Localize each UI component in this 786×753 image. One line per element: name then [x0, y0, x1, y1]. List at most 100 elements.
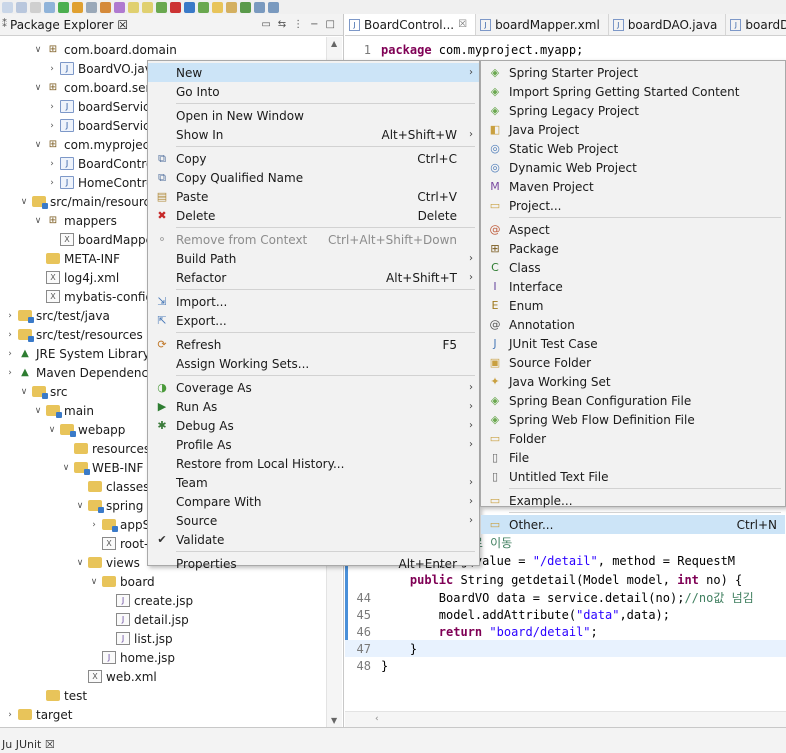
- tree-item[interactable]: › J BoardVO.java: [0, 59, 159, 78]
- menu-item[interactable]: Refactor Alt+Shift+T ›: [148, 268, 479, 287]
- editor-horizontal-scrollbar[interactable]: ‹: [345, 711, 786, 727]
- menu-item[interactable]: ▯ Untitled Text File: [481, 467, 785, 486]
- menu-item[interactable]: Build Path ›: [148, 249, 479, 268]
- menu-item[interactable]: ▭ Folder: [481, 429, 785, 448]
- expand-toggle-icon[interactable]: ›: [4, 710, 16, 720]
- menu-item[interactable]: ▯ File: [481, 448, 785, 467]
- menu-item[interactable]: Go Into: [148, 82, 479, 101]
- editor-tab[interactable]: JboardMapper.xml: [476, 14, 609, 35]
- editor-tab[interactable]: JboardDA: [726, 14, 786, 35]
- tree-item[interactable]: META-INF: [0, 249, 120, 268]
- tree-item[interactable]: ∨ src/main/resources: [0, 192, 164, 211]
- prev-annotation-icon[interactable]: [142, 1, 153, 13]
- expand-toggle-icon[interactable]: ∨: [18, 197, 30, 207]
- menu-item[interactable]: ▭ Other... Ctrl+N: [481, 515, 785, 534]
- back-icon[interactable]: [254, 1, 265, 13]
- expand-toggle-icon[interactable]: ∨: [60, 463, 72, 473]
- menu-item[interactable]: Source ›: [148, 511, 479, 530]
- forward-icon[interactable]: [268, 1, 279, 13]
- menu-item[interactable]: I Interface: [481, 277, 785, 296]
- menu-item[interactable]: Profile As ›: [148, 435, 479, 454]
- menu-item[interactable]: ◈ Spring Bean Configuration File: [481, 391, 785, 410]
- tree-item[interactable]: ∨ WEB-INF: [0, 458, 143, 477]
- menu-item[interactable]: ⧉ Copy Qualified Name: [148, 168, 479, 187]
- tree-item[interactable]: Jcreate.jsp: [0, 591, 193, 610]
- tree-item[interactable]: ∨ views: [0, 553, 140, 572]
- tree-item[interactable]: ∨ spring: [0, 496, 143, 515]
- menu-item[interactable]: ◈ Spring Starter Project: [481, 63, 785, 82]
- expand-toggle-icon[interactable]: ›: [88, 520, 100, 530]
- debug-icon[interactable]: [44, 1, 55, 13]
- menu-item[interactable]: ▭ Example...: [481, 491, 785, 510]
- expand-toggle-icon[interactable]: ›: [46, 121, 58, 131]
- run-icon[interactable]: [58, 1, 69, 13]
- menu-item[interactable]: ▣ Source Folder: [481, 353, 785, 372]
- package-explorer-title[interactable]: Package Explorer ☒: [10, 18, 128, 32]
- coverage-icon[interactable]: [72, 1, 83, 13]
- menu-item[interactable]: ◧ Java Project: [481, 120, 785, 139]
- menu-item[interactable]: ◎ Dynamic Web Project: [481, 158, 785, 177]
- stop-icon[interactable]: [170, 1, 181, 13]
- menu-item[interactable]: Assign Working Sets...: [148, 354, 479, 373]
- close-tab-icon[interactable]: ☒: [458, 19, 467, 30]
- expand-toggle-icon[interactable]: ∨: [32, 140, 44, 150]
- menu-item[interactable]: ⚬ Remove from Context Ctrl+Alt+Shift+Down: [148, 230, 479, 249]
- tree-item[interactable]: ∨ board: [0, 572, 155, 591]
- menu-item[interactable]: ⇲ Import...: [148, 292, 479, 311]
- menu-item[interactable]: @ Aspect: [481, 220, 785, 239]
- tree-item[interactable]: Jlist.jsp: [0, 629, 173, 648]
- tree-item[interactable]: ∨ main: [0, 401, 94, 420]
- expand-toggle-icon[interactable]: ›: [46, 159, 58, 169]
- expand-toggle-icon[interactable]: ›: [4, 330, 16, 340]
- menu-item[interactable]: Team ›: [148, 473, 479, 492]
- maximize-icon[interactable]: □: [326, 19, 335, 30]
- menu-item[interactable]: ⇱ Export...: [148, 311, 479, 330]
- expand-toggle-icon[interactable]: ∨: [74, 501, 86, 511]
- open-type-icon[interactable]: [114, 1, 125, 13]
- expand-toggle-icon[interactable]: ∨: [32, 83, 44, 93]
- minimize-icon[interactable]: −: [310, 19, 318, 30]
- search-icon[interactable]: [86, 1, 97, 13]
- menu-item[interactable]: ✱ Debug As ›: [148, 416, 479, 435]
- expand-toggle-icon[interactable]: ›: [4, 349, 16, 359]
- tree-item[interactable]: ∨ ⊞ com.board.domain: [0, 40, 177, 59]
- menu-item[interactable]: ✦ Java Working Set: [481, 372, 785, 391]
- editor-tab[interactable]: JboardDAO.java: [609, 14, 727, 35]
- junit-tab[interactable]: Ju JUnit ☒: [2, 738, 55, 751]
- menu-item[interactable]: ✔ Validate: [148, 530, 479, 549]
- menu-item[interactable]: ◈ Spring Web Flow Definition File: [481, 410, 785, 429]
- new-class-icon[interactable]: [240, 1, 251, 13]
- tree-item[interactable]: ∨ webapp: [0, 420, 125, 439]
- expand-toggle-icon[interactable]: ∨: [74, 558, 86, 568]
- server-icon[interactable]: [156, 1, 167, 13]
- menu-item[interactable]: ▶ Run As ›: [148, 397, 479, 416]
- menu-item[interactable]: ▤ Paste Ctrl+V: [148, 187, 479, 206]
- tree-item[interactable]: Xlog4j.xml: [0, 268, 119, 287]
- expand-toggle-icon[interactable]: ∨: [46, 425, 58, 435]
- menu-item[interactable]: Restore from Local History...: [148, 454, 479, 473]
- tree-item[interactable]: › src/test/resources: [0, 325, 143, 344]
- menu-item[interactable]: E Enum: [481, 296, 785, 315]
- menu-item[interactable]: ⧉ Copy Ctrl+C: [148, 149, 479, 168]
- next-annotation-icon[interactable]: [128, 1, 139, 13]
- expand-toggle-icon[interactable]: ∨: [18, 387, 30, 397]
- expand-toggle-icon[interactable]: ›: [46, 178, 58, 188]
- menu-item[interactable]: Show In Alt+Shift+W ›: [148, 125, 479, 144]
- menu-item[interactable]: ◈ Import Spring Getting Started Content: [481, 82, 785, 101]
- tree-item[interactable]: › ▲ Maven Dependencies: [0, 363, 165, 382]
- scroll-left-arrow-icon[interactable]: ‹: [375, 714, 379, 724]
- tree-item[interactable]: › ▲ JRE System Library: [0, 344, 150, 363]
- print-icon[interactable]: [30, 1, 41, 13]
- expand-toggle-icon[interactable]: ›: [46, 64, 58, 74]
- tree-item[interactable]: Xweb.xml: [0, 667, 157, 686]
- expand-toggle-icon[interactable]: ∨: [32, 406, 44, 416]
- tree-item[interactable]: ∨ src: [0, 382, 68, 401]
- expand-toggle-icon[interactable]: ›: [4, 311, 16, 321]
- tree-item[interactable]: resources: [0, 439, 150, 458]
- menu-item[interactable]: ▭ Project...: [481, 196, 785, 215]
- tree-item[interactable]: test: [0, 686, 87, 705]
- link-with-editor-icon[interactable]: ⇆: [278, 19, 286, 30]
- view-menu-icon[interactable]: ⋮: [293, 19, 303, 30]
- new-icon[interactable]: [2, 1, 13, 13]
- save-icon[interactable]: [16, 1, 27, 13]
